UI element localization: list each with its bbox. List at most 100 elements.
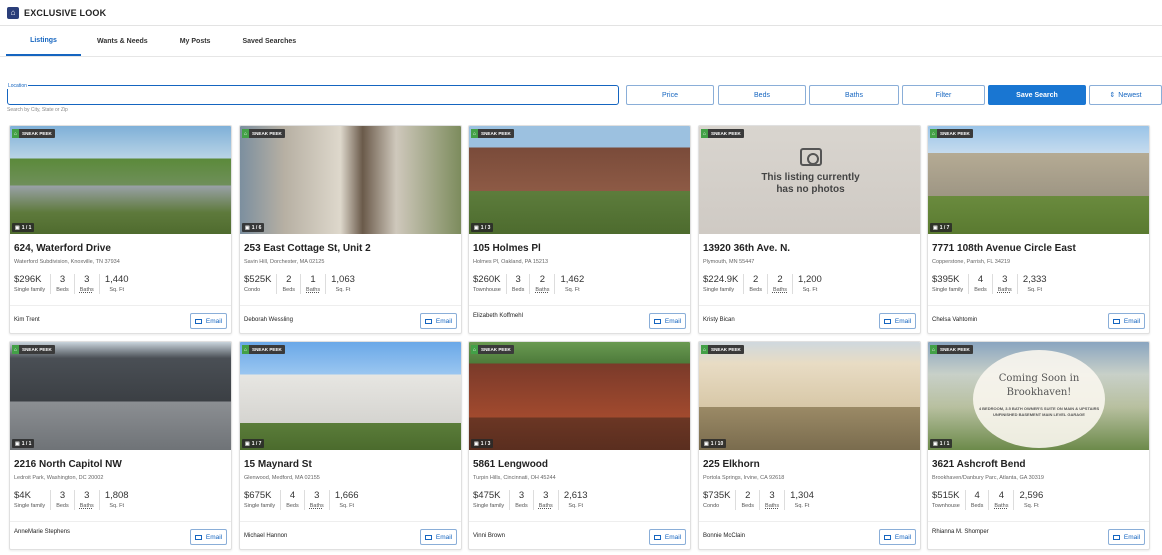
camera-icon: ▣ — [474, 224, 479, 231]
baths-stat: 2 Baths — [768, 274, 794, 294]
price-value: $515K — [932, 490, 960, 501]
beds-filter-button[interactable]: Beds — [718, 85, 806, 105]
email-label: Email — [1123, 317, 1141, 325]
photo-counter: ▣ 1 / 3 — [471, 223, 494, 232]
email-agent-button[interactable]: Email — [1108, 529, 1145, 545]
sqft-label: Sq. Ft — [109, 287, 125, 293]
listing-card[interactable]: ⌂ SNEAK PEEK ▣ 1 / 3 5861 Lengwood Turpi… — [468, 341, 691, 550]
listing-photo[interactable]: This listing currently has no photos ⌂ S… — [699, 126, 920, 234]
listing-location: Glenwood, Medford, MA 02155 — [244, 475, 320, 481]
baths-label: Baths — [79, 503, 94, 509]
listing-photo[interactable]: ⌂ SNEAK PEEK ▣ 1 / 1 — [10, 342, 231, 450]
email-agent-button[interactable]: Email — [1108, 313, 1145, 329]
baths-label: Baths — [306, 287, 321, 293]
listing-card[interactable]: This listing currently has no photos ⌂ S… — [698, 125, 921, 334]
listing-address[interactable]: 253 East Cottage St, Unit 2 — [244, 243, 371, 254]
baths-value: 4 — [998, 490, 1005, 501]
listing-card[interactable]: ⌂ SNEAK PEEK ▣ 1 / 1 624, Waterford Driv… — [9, 125, 232, 334]
card-divider — [699, 305, 920, 306]
photo-counter-text: 1 / 3 — [480, 224, 491, 231]
sqft-label: Sq. Ft — [1027, 287, 1043, 293]
listing-address[interactable]: 3621 Ashcroft Bend — [932, 459, 1026, 470]
email-agent-button[interactable]: Email — [420, 313, 457, 329]
card-divider — [469, 521, 690, 522]
listing-photo[interactable]: ⌂ SNEAK PEEK ▣ 1 / 7 — [240, 342, 461, 450]
photo-counter-text: 1 / 7 — [939, 224, 950, 231]
property-type: Condo — [244, 287, 261, 293]
sneak-peek-text: SNEAK PEEK — [22, 347, 52, 352]
listing-card[interactable]: ⌂ SNEAK PEEK ▣ 1 / 7 15 Maynard St Glenw… — [239, 341, 462, 550]
card-divider — [469, 305, 690, 306]
price-stat: $675K Single family — [244, 490, 282, 510]
price-stat: $4K Single family — [14, 490, 52, 510]
listing-address[interactable]: 7771 108th Avenue Circle East — [932, 243, 1076, 254]
agent-name: Vinni Brown — [473, 533, 505, 539]
tab-saved-searches[interactable]: Saved Searches — [226, 26, 312, 56]
photo-counter-text: 1 / 3 — [480, 440, 491, 447]
listing-address[interactable]: 13920 36th Ave. N. — [703, 243, 790, 254]
price-value: $735K — [703, 490, 731, 501]
baths-value: 3 — [314, 490, 320, 501]
email-label: Email — [435, 317, 453, 325]
property-type: Townhouse — [473, 287, 501, 293]
email-agent-button[interactable]: Email — [420, 529, 457, 545]
listing-photo[interactable]: ⌂ SNEAK PEEK ▣ 1 / 7 — [928, 126, 1149, 234]
listing-card[interactable]: ⌂ SNEAK PEEK ▣ 1 / 1 2216 North Capitol … — [9, 341, 232, 550]
listing-address[interactable]: 15 Maynard St — [244, 459, 312, 470]
sqft-label: Sq. Ft — [568, 503, 584, 509]
sqft-label: Sq. Ft — [1024, 503, 1039, 509]
camera-icon — [799, 148, 822, 166]
tab-my-posts[interactable]: My Posts — [164, 26, 227, 56]
listing-card[interactable]: Coming Soon in Brookhaven! 4 BEDROOM, 3.… — [927, 341, 1150, 550]
agent-name: Rhianna M. Shomper — [932, 529, 989, 535]
listing-address[interactable]: 105 Holmes Pl — [473, 243, 541, 254]
price-value: $224.9K — [703, 274, 739, 285]
location-field[interactable] — [7, 85, 619, 105]
email-label: Email — [664, 533, 682, 541]
property-type: Single family — [932, 287, 964, 293]
location-input[interactable] — [14, 90, 614, 101]
price-filter-button[interactable]: Price — [626, 85, 714, 105]
house-icon: ⌂ — [12, 345, 19, 354]
save-search-button[interactable]: Save Search — [988, 85, 1086, 105]
sort-newest-button[interactable]: ⇕ Newest — [1089, 85, 1162, 105]
sqft-value: 1,200 — [798, 274, 822, 285]
listing-address[interactable]: 2216 North Capitol NW — [14, 459, 122, 470]
listing-photo[interactable]: ⌂ SNEAK PEEK ▣ 1 / 3 — [469, 342, 690, 450]
sqft-value: 1,462 — [560, 274, 585, 285]
baths-filter-button[interactable]: Baths — [809, 85, 899, 105]
listing-card[interactable]: ⌂ SNEAK PEEK ▣ 1 / 3 105 Holmes Pl Holme… — [468, 125, 691, 334]
listing-card[interactable]: ⌂ SNEAK PEEK ▣ 1 / 7 7771 108th Avenue C… — [927, 125, 1150, 334]
price-value: $395K — [932, 274, 960, 285]
filter-button[interactable]: Filter — [902, 85, 985, 105]
listing-address[interactable]: 225 Elkhorn — [703, 459, 760, 470]
tab-wants-needs[interactable]: Wants & Needs — [81, 26, 164, 56]
beds-stat: 2 Beds — [736, 490, 761, 510]
brand-name[interactable]: EXCLUSIVE LOOK — [24, 8, 106, 18]
listing-stats: $4K Single family 3 Beds 3 Baths 1,808 S… — [14, 490, 134, 510]
price-value: $296K — [14, 274, 42, 285]
email-agent-button[interactable]: Email — [649, 313, 686, 329]
listing-address[interactable]: 5861 Lengwood — [473, 459, 548, 470]
email-agent-button[interactable]: Email — [879, 313, 916, 329]
email-label: Email — [205, 317, 223, 325]
email-agent-button[interactable]: Email — [190, 529, 227, 545]
sqft-stat: 1,666 Sq. Ft — [330, 490, 364, 510]
listing-stats: $224.9K Single family 2 Beds 2 Baths 1,2… — [703, 274, 827, 294]
listing-card[interactable]: ⌂ SNEAK PEEK ▣ 1 / 6 253 East Cottage St… — [239, 125, 462, 334]
listing-address[interactable]: 624, Waterford Drive — [14, 243, 111, 254]
listing-photo[interactable]: ⌂ SNEAK PEEK ▣ 1 / 3 — [469, 126, 690, 234]
email-agent-button[interactable]: Email — [649, 529, 686, 545]
listing-photo[interactable]: ⌂ SNEAK PEEK ▣ 1 / 10 — [699, 342, 920, 450]
listing-photo[interactable]: ⌂ SNEAK PEEK ▣ 1 / 1 — [10, 126, 231, 234]
brand-logo-icon[interactable]: ⌂ — [7, 6, 19, 19]
email-agent-button[interactable]: Email — [879, 529, 916, 545]
tab-listings[interactable]: Listings — [6, 26, 81, 56]
email-agent-button[interactable]: Email — [190, 313, 227, 329]
sqft-stat: 1,063 Sq. Ft — [326, 274, 360, 294]
listing-card[interactable]: ⌂ SNEAK PEEK ▣ 1 / 10 225 Elkhorn Portol… — [698, 341, 921, 550]
listing-photo[interactable]: Coming Soon in Brookhaven! 4 BEDROOM, 3.… — [928, 342, 1149, 450]
listing-photo[interactable]: ⌂ SNEAK PEEK ▣ 1 / 6 — [240, 126, 461, 234]
beds-stat: 3 Beds — [51, 490, 75, 510]
baths-value: 3 — [84, 274, 90, 285]
